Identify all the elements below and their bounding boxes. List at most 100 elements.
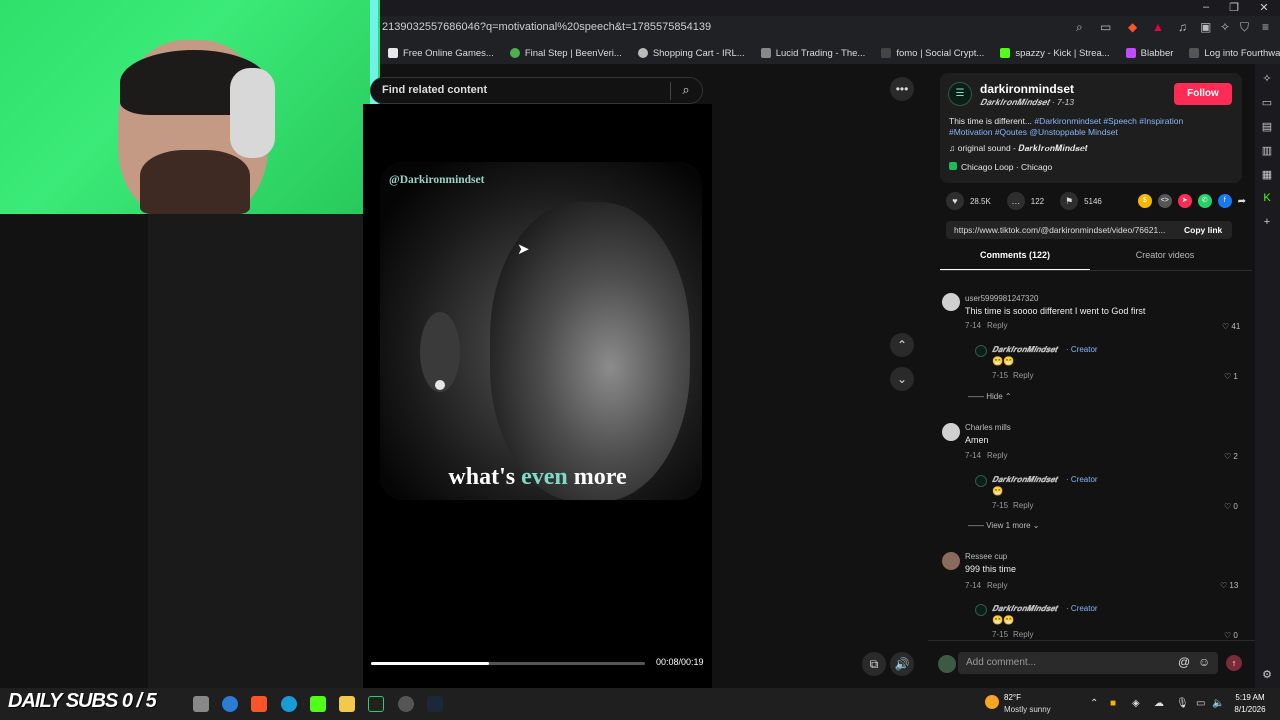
reply-button[interactable]: Reply: [1013, 630, 1033, 639]
reply-username[interactable]: 𝑫𝒂𝒓𝒌𝑰𝒓𝒐𝒏𝑴𝒊𝒏𝒅𝒔𝒆𝒕: [992, 475, 1057, 485]
next-video-icon[interactable]: ⌄: [890, 367, 914, 391]
video-frame[interactable]: [380, 162, 702, 500]
emoji-icon[interactable]: ☺: [1198, 655, 1210, 669]
reply-avatar[interactable]: [975, 345, 987, 357]
reply-button[interactable]: Reply: [987, 451, 1007, 460]
network-icon[interactable]: ▭: [1196, 698, 1205, 709]
comment-avatar[interactable]: [942, 552, 960, 570]
weather-description[interactable]: Mostly sunny: [1004, 705, 1051, 714]
add-icon[interactable]: +: [1260, 216, 1274, 228]
copy-link-button[interactable]: Copy link: [1184, 225, 1222, 235]
comment-placeholder[interactable]: Add comment...: [966, 657, 1036, 668]
close-icon[interactable]: ✕: [1254, 1, 1274, 14]
bookmark-item[interactable]: Free Online Games...: [388, 48, 494, 59]
bookmark-icon[interactable]: ⚑: [1060, 192, 1079, 210]
bookmark-item[interactable]: Final Step | BeenVeri...: [509, 48, 622, 59]
history-icon[interactable]: ▦: [1260, 168, 1274, 181]
reply-button[interactable]: Reply: [987, 581, 1007, 590]
bookmark-item[interactable]: Log into Fourthwall...: [1189, 48, 1280, 59]
maximize-icon[interactable]: ❐: [1224, 1, 1244, 14]
coin-share-icon[interactable]: $: [1137, 194, 1152, 208]
search-icon[interactable]: ⌕: [677, 82, 695, 100]
bookmark-item[interactable]: Blabber: [1125, 48, 1173, 59]
comment-like[interactable]: ♡ 13: [1220, 581, 1238, 590]
comment-username[interactable]: user5999981247320: [965, 294, 1038, 303]
file-explorer-icon[interactable]: [339, 696, 355, 712]
steam-icon[interactable]: [427, 696, 443, 712]
facebook-icon[interactable]: f: [1217, 194, 1232, 208]
tray-app-icon[interactable]: ◈: [1132, 698, 1140, 709]
reply-button[interactable]: Reply: [1013, 371, 1033, 380]
more-options-icon[interactable]: •••: [890, 77, 914, 101]
pip-icon[interactable]: ⧉: [862, 652, 886, 676]
tray-expand-icon[interactable]: ⌃: [1090, 698, 1098, 709]
bookmark-item[interactable]: spazzy - Kick | Strea...: [1000, 48, 1110, 59]
vpn-icon[interactable]: ⛉: [1240, 20, 1249, 35]
minimize-icon[interactable]: –: [1196, 1, 1216, 13]
embed-icon[interactable]: <>: [1157, 194, 1172, 208]
comment-avatar[interactable]: [942, 423, 960, 441]
location-link[interactable]: Chicago Loop · Chicago: [949, 162, 1052, 172]
tab-creator-videos[interactable]: Creator videos: [1090, 250, 1240, 270]
url-text[interactable]: 2139032557686046?q=motivational%20speech…: [382, 21, 711, 33]
speaker-icon[interactable]: 🔈: [1212, 698, 1224, 709]
edge-icon[interactable]: [281, 696, 297, 712]
description-tags[interactable]: #Motivation #Qoutes @Unstoppable Mindset: [949, 127, 1118, 137]
comment-like[interactable]: ♡ 2: [1224, 452, 1238, 461]
share-arrow-icon[interactable]: ➦: [1238, 196, 1246, 207]
tray-app-icon[interactable]: ■: [1110, 698, 1116, 709]
terminal-icon[interactable]: [368, 696, 384, 712]
view-more-replies-button[interactable]: —— View 1 more ⌄: [968, 521, 1039, 530]
bookmark-item[interactable]: Shopping Cart - IRL...: [637, 48, 745, 59]
video-link[interactable]: https://www.tiktok.com/@darkironmindset/…: [954, 225, 1174, 235]
cast-icon[interactable]: ▭: [1100, 20, 1111, 34]
whatsapp-icon[interactable]: ✆: [1197, 194, 1212, 208]
volume-icon[interactable]: 🔊: [890, 652, 914, 676]
tab-comments[interactable]: Comments (122): [940, 250, 1090, 270]
reply-username[interactable]: 𝑫𝒂𝒓𝒌𝑰𝒓𝒐𝒏𝑴𝒊𝒏𝒅𝒔𝒆𝒕: [992, 345, 1057, 355]
reading-list-icon[interactable]: ▥: [1260, 144, 1274, 157]
description-tags[interactable]: #Darkironmindset #Speech #Inspiration: [1034, 116, 1183, 126]
ai-icon[interactable]: ✧: [1220, 20, 1230, 34]
creator-avatar[interactable]: ☰: [948, 82, 972, 106]
app-icon[interactable]: [222, 696, 238, 712]
wallet-icon[interactable]: ▭: [1260, 96, 1274, 109]
comment-avatar[interactable]: [942, 293, 960, 311]
tray-app-icon[interactable]: ☁: [1154, 698, 1164, 709]
comment-like[interactable]: ♡ 41: [1222, 322, 1240, 331]
send-comment-button[interactable]: ↑: [1226, 655, 1242, 671]
bookmark-item[interactable]: fomo | Social Crypt...: [881, 48, 984, 59]
ai-sidebar-icon[interactable]: ✧: [1260, 72, 1274, 85]
brave-icon[interactable]: [251, 696, 267, 712]
task-view-icon[interactable]: [193, 696, 209, 712]
obs-icon[interactable]: [398, 696, 414, 712]
reply-avatar[interactable]: [975, 604, 987, 616]
search-input[interactable]: Find related content: [382, 84, 487, 96]
weather-icon[interactable]: [985, 695, 999, 709]
reply-like[interactable]: ♡ 0: [1224, 631, 1238, 640]
comment-username[interactable]: Ressee cup: [965, 552, 1007, 561]
bookmark-item[interactable]: Lucid Trading - The...: [760, 48, 865, 59]
reply-like[interactable]: ♡ 0: [1224, 502, 1238, 511]
search-icon[interactable]: ⌕: [1076, 20, 1083, 35]
kick-icon[interactable]: K: [1260, 192, 1274, 204]
mention-icon[interactable]: @: [1178, 655, 1190, 669]
reply-like[interactable]: ♡ 1: [1224, 372, 1238, 381]
brave-rewards-icon[interactable]: ▲: [1152, 20, 1164, 34]
brave-shield-icon[interactable]: ◆: [1128, 20, 1137, 34]
reply-button[interactable]: Reply: [1013, 501, 1033, 510]
weather-temperature[interactable]: 82°F: [1004, 693, 1021, 702]
menu-icon[interactable]: ≡: [1262, 20, 1269, 34]
hide-replies-button[interactable]: —— Hide ⌃: [968, 392, 1012, 401]
creator-username[interactable]: darkironmindset: [980, 82, 1074, 96]
send-share-icon[interactable]: ➤: [1177, 194, 1192, 208]
reply-username[interactable]: 𝑫𝒂𝒓𝒌𝑰𝒓𝒐𝒏𝑴𝒊𝒏𝒅𝒔𝒆𝒕: [992, 604, 1057, 614]
comment-username[interactable]: Charles mills: [965, 423, 1011, 432]
bookmarks-icon[interactable]: ▤: [1260, 120, 1274, 133]
clock-date[interactable]: 8/1/2026: [1225, 705, 1275, 714]
reply-avatar[interactable]: [975, 475, 987, 487]
sidebar-icon[interactable]: ▣: [1200, 20, 1211, 34]
sound-link[interactable]: ♫ original sound - 𝑫𝒂𝒓𝒌𝑰𝒓𝒐𝒏𝑴𝒊𝒏𝒅𝒔𝒆𝒕: [949, 143, 1088, 154]
comment-icon[interactable]: …: [1006, 192, 1025, 210]
music-icon[interactable]: ♫: [1178, 20, 1187, 34]
